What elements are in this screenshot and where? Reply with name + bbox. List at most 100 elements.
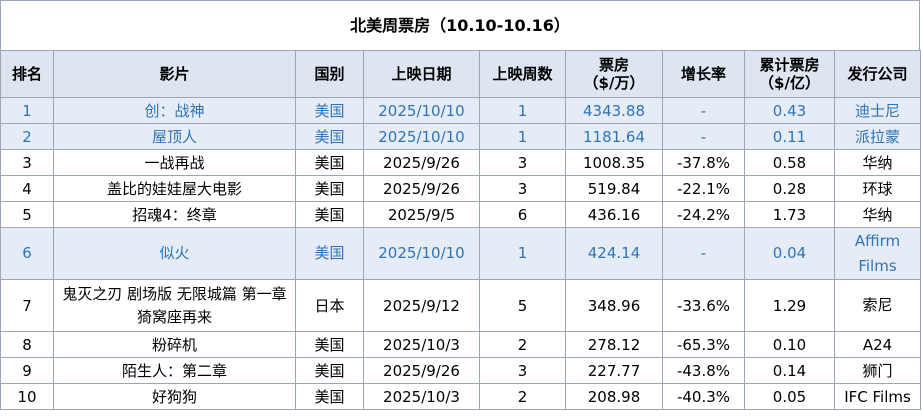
cell-film: 陌生人：第二章 xyxy=(53,357,296,384)
table-row: 3 一战再战 美国 2025/9/26 3 1008.35 -37.8% 0.58 华纳 xyxy=(0,149,921,176)
cell-gross: 278.12 xyxy=(565,331,663,358)
cell-gross: 1181.64 xyxy=(565,123,663,150)
cell-date: 2025/9/26 xyxy=(363,357,480,384)
cell-country: 美国 xyxy=(295,175,364,202)
cell-distributor: 索尼 xyxy=(834,279,921,332)
column-header-total: 累计票房 （$/亿） xyxy=(744,50,835,98)
cell-rank: 2 xyxy=(0,123,54,150)
cell-date: 2025/9/12 xyxy=(363,279,480,332)
cell-weeks: 2 xyxy=(479,331,566,358)
cell-growth: -24.2% xyxy=(662,201,745,228)
cell-country: 美国 xyxy=(295,331,364,358)
cell-growth: - xyxy=(662,97,745,124)
cell-weeks: 1 xyxy=(479,97,566,124)
cell-rank: 8 xyxy=(0,331,54,358)
cell-distributor: 狮门 xyxy=(834,357,921,384)
cell-country: 日本 xyxy=(295,279,364,332)
column-header-country: 国别 xyxy=(295,50,364,98)
cell-rank: 7 xyxy=(0,279,54,332)
cell-rank: 4 xyxy=(0,175,54,202)
cell-growth: -33.6% xyxy=(662,279,745,332)
cell-weeks: 1 xyxy=(479,227,566,280)
cell-total: 1.29 xyxy=(744,279,835,332)
cell-country: 美国 xyxy=(295,383,364,410)
table-row: 6 似火 美国 2025/10/10 1 424.14-0.04 Affirm Films xyxy=(0,227,921,280)
column-header-weeks: 上映周数 xyxy=(479,50,566,98)
cell-total: 1.73 xyxy=(744,201,835,228)
cell-distributor: A24 xyxy=(834,331,921,358)
table-row: 5 招魂4：终章 美国 2025/9/5 6 436.16 -24.2% 1.73 华纳 xyxy=(0,201,921,228)
cell-country: 美国 xyxy=(295,357,364,384)
cell-growth: -43.8% xyxy=(662,357,745,384)
table-row: 7 鬼灭之刃 剧场版 无限城篇 第一章 猗窝座再来 日本 2025/9/12 5 348.… xyxy=(0,279,921,332)
table-row: 9 陌生人：第二章 美国 2025/9/26 3 227.77 -43.8% 0.14 狮门 xyxy=(0,357,921,384)
table-row: 10 好狗狗 美国 2025/10/3 2 208.98 -40.3% 0.05 IFC Fil… xyxy=(0,383,921,410)
cell-date: 2025/9/5 xyxy=(363,201,480,228)
cell-weeks: 3 xyxy=(479,149,566,176)
column-header-rank: 排名 xyxy=(0,50,54,98)
column-header-date: 上映日期 xyxy=(363,50,480,98)
cell-weeks: 6 xyxy=(479,201,566,228)
column-header-gross: 票房 （$/万） xyxy=(565,50,663,98)
box-office-table: 排名 影片 国别 上映日期 上映周数 票房 （$/万） 增长率 累计票房 （$/亿） 发行公司 1创… xyxy=(0,50,921,410)
cell-total: 0.58 xyxy=(744,149,835,176)
cell-growth: - xyxy=(662,123,745,150)
cell-date: 2025/9/26 xyxy=(363,149,480,176)
column-header-film: 影片 xyxy=(53,50,296,98)
sheet-title: 北美周票房（10.10-10.16） xyxy=(0,0,920,50)
cell-total: 0.10 xyxy=(744,331,835,358)
cell-growth: -40.3% xyxy=(662,383,745,410)
cell-film: 盖比的娃娃屋大电影 xyxy=(53,175,296,202)
cell-date: 2025/9/26 xyxy=(363,175,480,202)
cell-film: 招魂4：终章 xyxy=(53,201,296,228)
cell-rank: 5 xyxy=(0,201,54,228)
cell-gross: 348.96 xyxy=(565,279,663,332)
cell-rank: 1 xyxy=(0,97,54,124)
cell-weeks: 1 xyxy=(479,123,566,150)
cell-gross: 208.98 xyxy=(565,383,663,410)
table-row: 8 粉碎机 美国 2025/10/3 2 278.12 -65.3% 0.10 A24 xyxy=(0,331,921,358)
cell-growth: - xyxy=(662,227,745,280)
cell-country: 美国 xyxy=(295,149,364,176)
cell-date: 2025/10/10 xyxy=(363,97,480,124)
cell-gross: 424.14 xyxy=(565,227,663,280)
cell-country: 美国 xyxy=(295,227,364,280)
cell-weeks: 3 xyxy=(479,175,566,202)
cell-country: 美国 xyxy=(295,123,364,150)
cell-total: 0.04 xyxy=(744,227,835,280)
cell-gross: 4343.88 xyxy=(565,97,663,124)
cell-rank: 6 xyxy=(0,227,54,280)
cell-rank: 10 xyxy=(0,383,54,410)
cell-date: 2025/10/10 xyxy=(363,227,480,280)
table-row: 2 屋顶人 美国 2025/10/10 1 1181.64-0.11 派拉蒙 xyxy=(0,123,921,150)
cell-distributor: 环球 xyxy=(834,175,921,202)
cell-distributor: 华纳 xyxy=(834,201,921,228)
cell-growth: -65.3% xyxy=(662,331,745,358)
cell-film: 屋顶人 xyxy=(53,123,296,150)
cell-film: 鬼灭之刃 剧场版 无限城篇 第一章 猗窝座再来 xyxy=(53,279,296,332)
column-header-distributor: 发行公司 xyxy=(834,50,921,98)
cell-gross: 436.16 xyxy=(565,201,663,228)
cell-film: 粉碎机 xyxy=(53,331,296,358)
table-row: 1 创：战神 美国 2025/10/10 1 4343.88-0.43 迪士尼 xyxy=(0,97,921,124)
column-header-growth: 增长率 xyxy=(662,50,745,98)
cell-date: 2025/10/3 xyxy=(363,331,480,358)
cell-film: 好狗狗 xyxy=(53,383,296,410)
cell-distributor: IFC Films xyxy=(834,383,921,410)
cell-distributor: 华纳 xyxy=(834,149,921,176)
cell-total: 0.14 xyxy=(744,357,835,384)
box-office-sheet: 北美周票房（10.10-10.16） 排名 影片 国别 上映日期 上映周数 票房 （$/万）… xyxy=(0,0,921,414)
cell-weeks: 3 xyxy=(479,357,566,384)
cell-rank: 9 xyxy=(0,357,54,384)
cell-rank: 3 xyxy=(0,149,54,176)
cell-distributor: Affirm Films xyxy=(834,227,921,280)
cell-total: 0.05 xyxy=(744,383,835,410)
cell-total: 0.28 xyxy=(744,175,835,202)
cell-gross: 1008.35 xyxy=(565,149,663,176)
cell-weeks: 2 xyxy=(479,383,566,410)
table-body: 1 创：战神 美国 2025/10/10 1 4343.88-0.43 迪士尼 2 屋顶人 美国 2… xyxy=(0,97,921,410)
cell-country: 美国 xyxy=(295,201,364,228)
table-row: 4 盖比的娃娃屋大电影 美国 2025/9/26 3 519.84 -22.1% 0.28 环球 xyxy=(0,175,921,202)
cell-total: 0.43 xyxy=(744,97,835,124)
cell-growth: -37.8% xyxy=(662,149,745,176)
